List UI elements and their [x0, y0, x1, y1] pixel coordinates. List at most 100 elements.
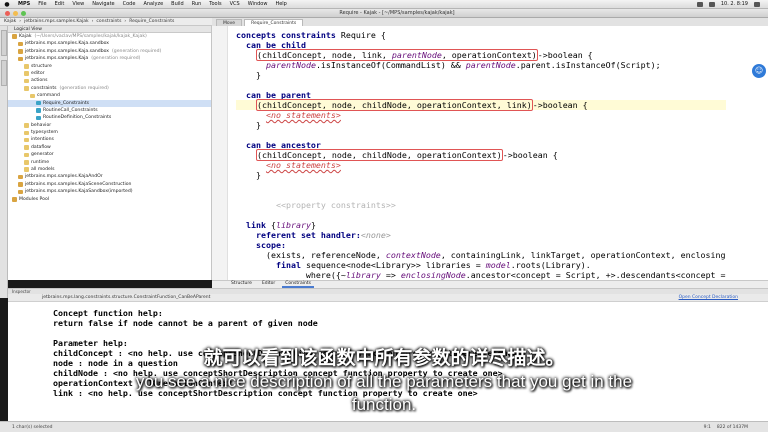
code-line[interactable]: final sequence<node<Library>> libraries …	[236, 260, 726, 270]
code-line[interactable]: (childConcept, node, childNode, operatio…	[236, 149, 726, 161]
tree-item[interactable]: Kajak (~/Users/vaclav/MPS/samples/kajak/k…	[8, 33, 211, 40]
folder-icon	[24, 64, 29, 69]
project-panel-header[interactable]: Logical View	[8, 26, 211, 33]
code-line[interactable]: link {library}	[236, 220, 726, 230]
tree-item[interactable]: structure	[8, 63, 211, 70]
left-tool-strip	[0, 26, 8, 298]
menu-help[interactable]: Help	[271, 1, 290, 7]
close-window-button[interactable]	[5, 10, 10, 16]
help-line: return false if node cannot be a parent …	[53, 318, 318, 328]
tree-item[interactable]: RoutineCall_Constraints	[8, 107, 211, 114]
tab-editor[interactable]: Editor	[259, 281, 278, 288]
menu-vcs[interactable]: VCS	[226, 1, 244, 7]
tree-item[interactable]: behavior	[8, 122, 211, 129]
tree-item[interactable]: jetbrains.mps.samples.Kaja.sandbox (gener…	[8, 48, 211, 55]
tree-item[interactable]: command	[8, 92, 211, 99]
code-line[interactable]	[236, 130, 726, 140]
tree-item[interactable]: Require_Constraints	[8, 99, 211, 107]
tree-item[interactable]: constraints (generation required)	[8, 85, 211, 92]
tree-item[interactable]: runtime	[8, 159, 211, 166]
concept-icon	[36, 115, 41, 121]
tree-item[interactable]: actions	[8, 77, 211, 84]
tab-move[interactable]: Move	[216, 19, 243, 26]
menu-window[interactable]: Window	[244, 1, 272, 7]
code-line[interactable]: where({~library => enclosingNode.ancesto…	[236, 270, 726, 280]
favorites-tool-tab[interactable]	[1, 60, 7, 86]
wifi-icon[interactable]	[696, 1, 703, 7]
assistant-icon[interactable]: ☺	[752, 64, 766, 78]
code-line[interactable]: <no statements>	[236, 110, 726, 120]
menu-code[interactable]: Code	[119, 1, 140, 7]
tree-item[interactable]: jetbrains.mps.samples.KajaSceneConstruct…	[8, 181, 211, 188]
tree-item[interactable]: editor	[8, 70, 211, 77]
code-line[interactable]: }	[236, 120, 726, 130]
minimize-window-button[interactable]	[13, 10, 18, 16]
code-line[interactable]: concepts constraints Require {	[236, 30, 726, 40]
tree-item-label: dataflow	[31, 144, 51, 150]
tree-item[interactable]: typesystem	[8, 129, 211, 136]
menu-app-name[interactable]: MPS	[14, 1, 34, 7]
menu-view[interactable]: View	[68, 1, 88, 7]
search-icon[interactable]	[754, 1, 760, 7]
project-tool-tab[interactable]	[1, 30, 7, 56]
tree-item-label: Modules Pool	[19, 196, 50, 202]
help-line	[53, 328, 518, 338]
tree-item[interactable]: RoutineDefinition_Constraints	[8, 114, 211, 121]
code-line[interactable]: referent set handler:<none>	[236, 230, 726, 240]
folder-icon	[24, 130, 29, 136]
concept-icon	[36, 100, 41, 106]
breadcrumb-item[interactable]: constraints	[96, 19, 121, 24]
code-line[interactable]	[236, 210, 726, 220]
open-concept-declaration-link[interactable]: Open Concept Declaration	[679, 295, 768, 300]
tree-item[interactable]: dataflow	[8, 144, 211, 151]
menubar-clock[interactable]: 10. 2. 8:19	[721, 1, 748, 7]
code-line[interactable]: <no statements>	[236, 160, 726, 170]
tab-require-constraints[interactable]: Require_Constraints	[244, 19, 304, 26]
tree-item[interactable]: generator	[8, 151, 211, 158]
tree-item[interactable]: intentions	[8, 136, 211, 143]
tree-item[interactable]: jetbrains.mps.samples.KajaSandbox(import…	[8, 188, 211, 195]
menu-file[interactable]: File	[34, 1, 50, 7]
tree-item[interactable]: jetbrains.mps.samples.KajaAndOr	[8, 173, 211, 180]
inspector-path-bar: jetbrains.mps.lang.constraints.structure…	[8, 294, 768, 302]
tab-structure[interactable]: Structure	[228, 281, 255, 288]
apple-icon[interactable]: ●	[0, 1, 14, 8]
menu-edit[interactable]: Edit	[51, 1, 69, 7]
code-line[interactable]: }	[236, 70, 726, 80]
battery-icon[interactable]	[708, 1, 715, 7]
status-right: 9:1 822 of 1437M	[704, 425, 768, 430]
code-line[interactable]	[236, 190, 726, 200]
breadcrumb-item[interactable]: Kajak	[4, 19, 16, 24]
code-editor[interactable]: concepts constraints Require { can be ch…	[212, 26, 768, 280]
breadcrumb-item[interactable]: jetbrains.mps.samples.Kajak	[24, 19, 89, 24]
memory-indicator[interactable]: 822 of 1437M	[717, 425, 748, 430]
tree-item[interactable]: jetbrains.mps.samples.Kaja.sandbox	[8, 40, 211, 47]
code-line[interactable]: scope:	[236, 240, 726, 250]
tab-constraints[interactable]: Constraints	[282, 281, 314, 288]
code-line[interactable]: (childConcept, node, link, parentNode, o…	[236, 49, 726, 61]
menu-run[interactable]: Run	[188, 1, 206, 7]
code-text[interactable]: concepts constraints Require { can be ch…	[236, 30, 726, 280]
code-line[interactable]: (exists, referenceNode, contextNode, con…	[236, 250, 726, 260]
code-line[interactable]: (childConcept, node, childNode, operatio…	[236, 99, 726, 111]
tree-item[interactable]: all models	[8, 166, 211, 173]
code-line[interactable]: parentNode.isInstanceOf(CommandList) && …	[236, 60, 726, 70]
code-line[interactable]: }	[236, 170, 726, 180]
code-line[interactable]	[236, 180, 726, 190]
subtitle-chinese: 就可以看到该函数中所有参数的详尽描述。	[203, 347, 565, 369]
editor-gutter[interactable]	[212, 26, 228, 280]
breadcrumb-item[interactable]: Require_Constraints	[129, 19, 174, 24]
caret-position[interactable]: 9:1	[704, 425, 711, 430]
menu-analyze[interactable]: Analyze	[139, 1, 167, 7]
code-line[interactable]	[236, 80, 726, 90]
folder-icon	[24, 152, 29, 158]
menu-tools[interactable]: Tools	[205, 1, 225, 7]
tree-item[interactable]: jetbrains.mps.samples.Kaja (generation re…	[8, 55, 211, 62]
tree-item[interactable]: Modules Pool	[8, 196, 211, 203]
folder-icon	[24, 167, 29, 172]
code-line[interactable]: <<property constraints>>	[236, 200, 726, 210]
menu-build[interactable]: Build	[167, 1, 188, 7]
menu-navigate[interactable]: Navigate	[88, 1, 118, 7]
aspect-tab-bar: Structure Editor Constraints	[212, 280, 768, 288]
folder-icon	[24, 160, 29, 165]
